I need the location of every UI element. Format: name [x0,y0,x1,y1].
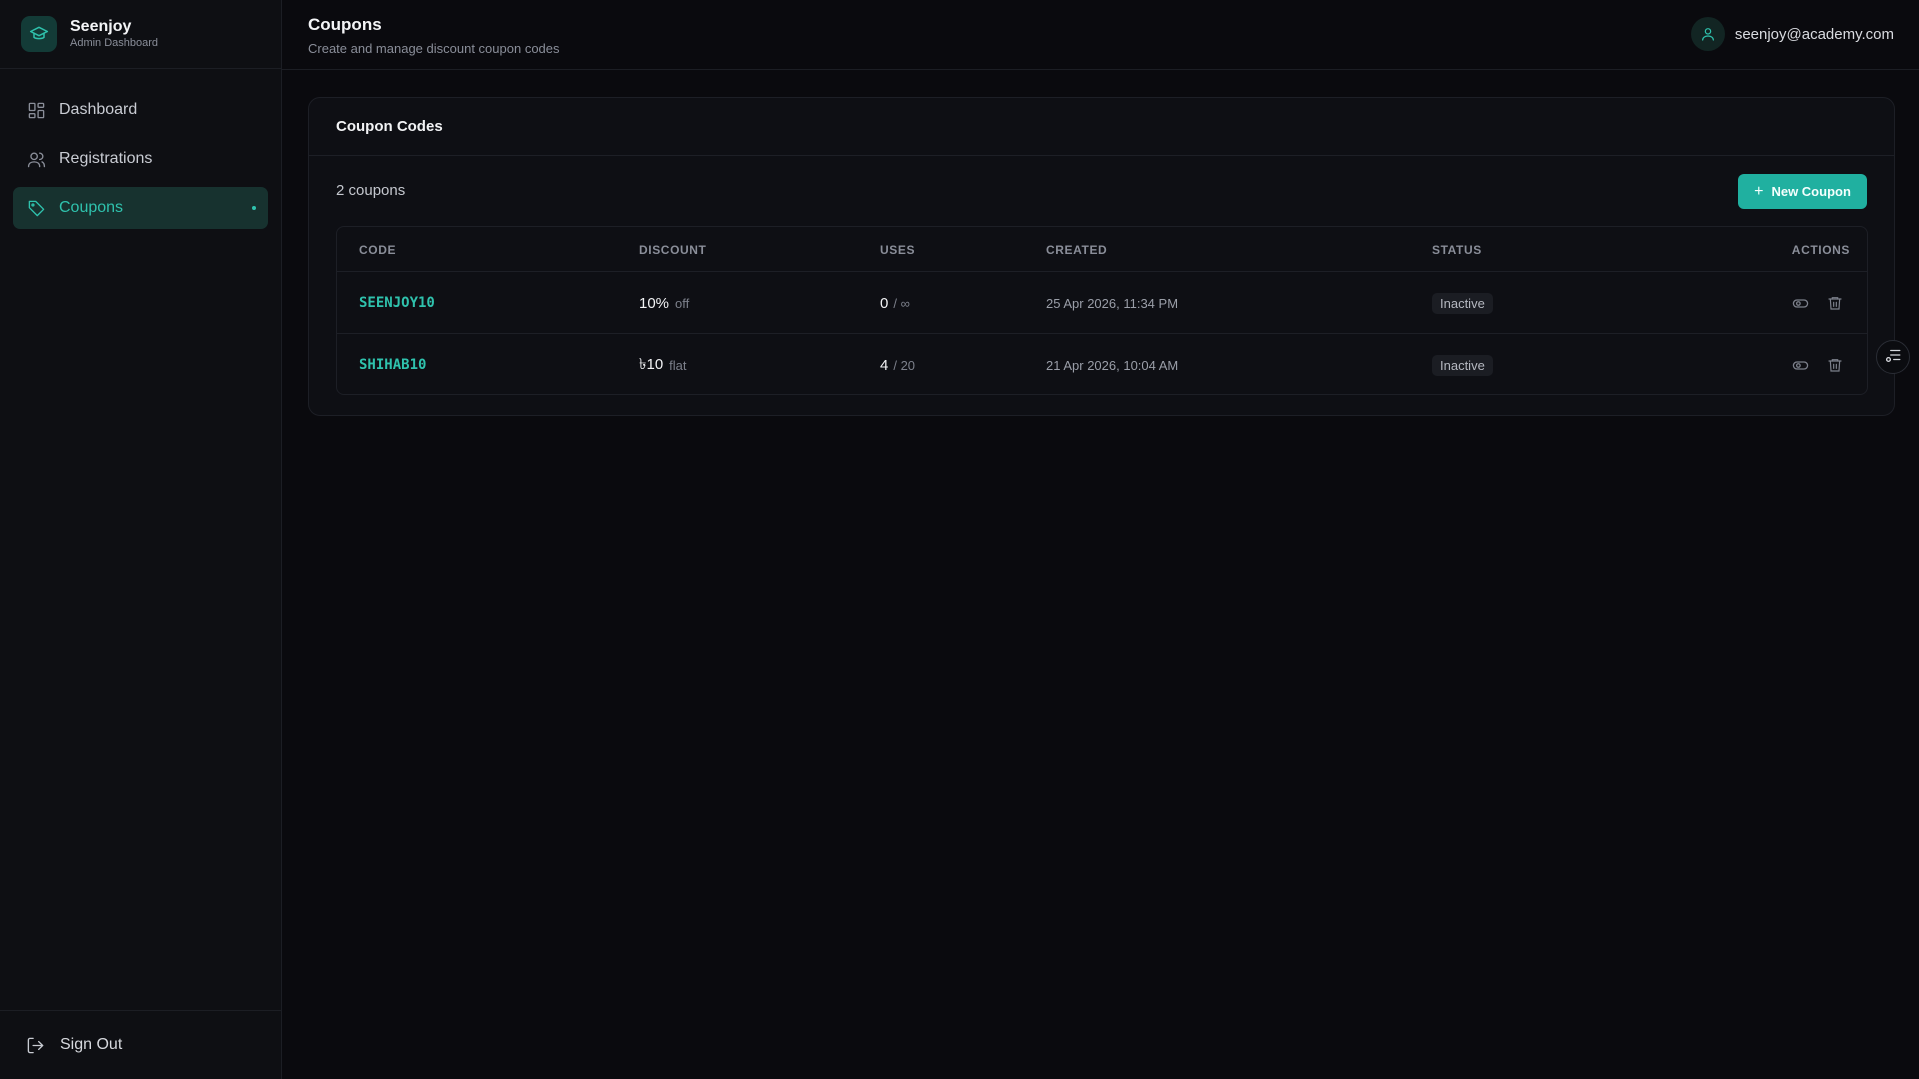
table-row: SHIHAB10 ৳10 flat 4 / 20 21 Apr 2026, 10… [337,334,1867,394]
created-date: 25 Apr 2026, 11:34 PM [1046,295,1179,311]
active-indicator [252,206,256,210]
settings-sliders-button[interactable] [1876,340,1910,374]
sidebar-item-label: Coupons [59,199,124,216]
column-header-status: STATUS [1432,243,1482,257]
trash-icon[interactable] [1825,293,1845,313]
new-coupon-label: New Coupon [1771,184,1851,199]
sign-out-button[interactable]: Sign Out [0,1010,281,1079]
user-menu[interactable]: seenjoy@academy.com [1690,17,1894,51]
uses-count: 0 [880,294,889,312]
discount-unit: off [675,295,690,311]
view-toggle-icon[interactable] [1790,293,1810,313]
user-icon [1690,17,1725,51]
brand: Seenjoy Admin Dashboard [0,0,281,69]
coupon-code[interactable]: SHIHAB10 [359,357,426,373]
brand-name: Seenjoy [70,18,132,35]
sliders-icon [1884,346,1902,368]
new-coupon-button[interactable]: + New Coupon [1738,174,1867,209]
trash-icon[interactable] [1825,355,1845,375]
sidebar-item-coupons[interactable]: Coupons [13,187,268,229]
users-icon [26,149,46,169]
discount-value: ৳10 [639,355,664,373]
view-toggle-icon[interactable] [1790,355,1810,375]
discount-unit: flat [669,357,687,373]
column-header-actions: ACTIONS [1791,243,1850,257]
sign-out-label: Sign Out [60,1036,123,1053]
coupon-codes-card: Coupon Codes 2 coupons + New Coupon CODE… [308,97,1895,416]
uses-count: 4 [880,356,889,374]
table-row: SEENJOY10 10% off 0 / ∞ 25 Apr 2026, 11:… [337,272,1867,334]
uses-limit: / ∞ [893,295,910,311]
card-title: Coupon Codes [309,98,1894,156]
column-header-created: CREATED [1046,243,1108,257]
plus-icon: + [1754,182,1764,200]
uses-limit: / 20 [893,357,916,373]
page-title: Coupons [308,15,382,34]
top-header: Coupons Create and manage discount coupo… [282,0,1919,70]
column-header-code: CODE [359,243,397,257]
sidebar-item-registrations[interactable]: Registrations [13,138,268,180]
discount-value: 10% [639,294,670,312]
user-email: seenjoy@academy.com [1734,25,1894,43]
created-date: 21 Apr 2026, 10:04 AM [1046,357,1179,373]
page-subtitle: Create and manage discount coupon codes [308,41,560,56]
sidebar-item-label: Registrations [59,150,153,167]
brand-subtitle: Admin Dashboard [70,37,159,49]
column-header-uses: USES [880,243,916,257]
log-out-icon [26,1035,46,1055]
sidebar: Seenjoy Admin Dashboard Dashboard Regist… [0,0,282,1079]
sidebar-item-dashboard[interactable]: Dashboard [13,89,268,131]
sidebar-nav: Dashboard Registrations Coupons [0,69,281,229]
sidebar-item-label: Dashboard [59,101,138,118]
coupons-table: CODE DISCOUNT USES CREATED STATUS ACTION… [336,226,1868,395]
status-badge[interactable]: Inactive [1432,354,1493,376]
column-header-discount: DISCOUNT [639,243,707,257]
status-badge[interactable]: Inactive [1432,292,1493,314]
coupon-code[interactable]: SEENJOY10 [359,295,435,311]
table-header: CODE DISCOUNT USES CREATED STATUS ACTION… [337,227,1867,272]
tag-icon [26,198,46,218]
grid-icon [26,100,46,120]
coupon-count: 2 coupons [336,182,406,199]
graduation-cap-icon [21,16,57,52]
